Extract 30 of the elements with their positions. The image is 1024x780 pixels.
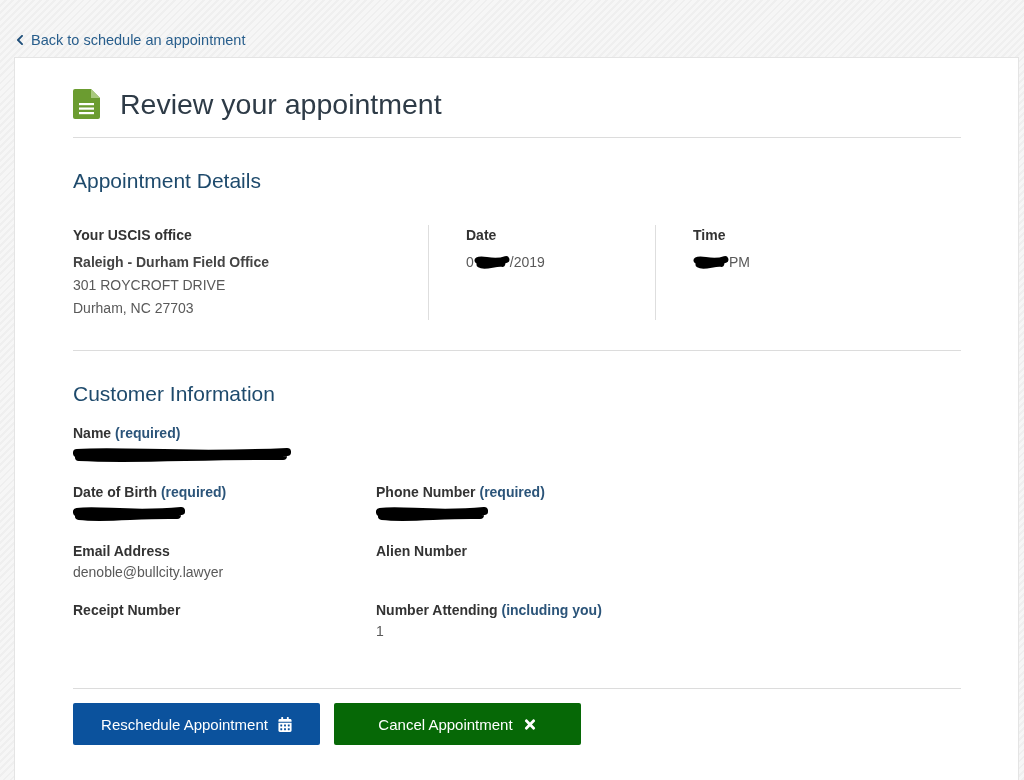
detail-value: PM <box>729 253 750 272</box>
field-label: Alien Number <box>376 542 467 561</box>
field-label: Number Attending (including you) <box>376 601 602 620</box>
detail-value: 0 <box>466 253 474 272</box>
field-label: Name (required) <box>73 424 181 443</box>
reschedule-button[interactable]: Reschedule Appointment <box>73 703 320 745</box>
detail-value: Durham, NC 27703 <box>73 299 194 318</box>
detail-label: Date <box>466 226 497 245</box>
detail-value: 301 ROYCROFT DRIVE <box>73 276 226 295</box>
detail-value: /2019 <box>509 253 545 272</box>
redaction-scribble <box>693 255 729 270</box>
redaction-scribble <box>473 255 510 270</box>
field-value: denoble@bullcity.lawyer <box>73 563 224 582</box>
detail-label: Your USCIS office <box>73 226 192 245</box>
back-link[interactable]: Back to schedule an appointment <box>15 31 246 49</box>
document-icon <box>73 89 100 119</box>
page-title: Review your appointment <box>120 87 442 121</box>
section-heading: Customer Information <box>73 381 275 407</box>
field-label: Receipt Number <box>73 601 181 620</box>
field-label: Email Address <box>73 542 170 561</box>
field-value: 1 <box>376 622 384 641</box>
close-icon <box>522 716 537 732</box>
section-heading: Appointment Details <box>73 168 261 194</box>
chevron-left-icon <box>15 34 25 46</box>
calendar-icon <box>277 716 292 732</box>
detail-value: Raleigh - Durham Field Office <box>73 253 270 272</box>
cancel-button[interactable]: Cancel Appointment <box>334 703 581 745</box>
field-label: Date of Birth (required) <box>73 483 227 502</box>
field-label: Phone Number (required) <box>376 483 545 502</box>
detail-label: Time <box>693 226 726 245</box>
